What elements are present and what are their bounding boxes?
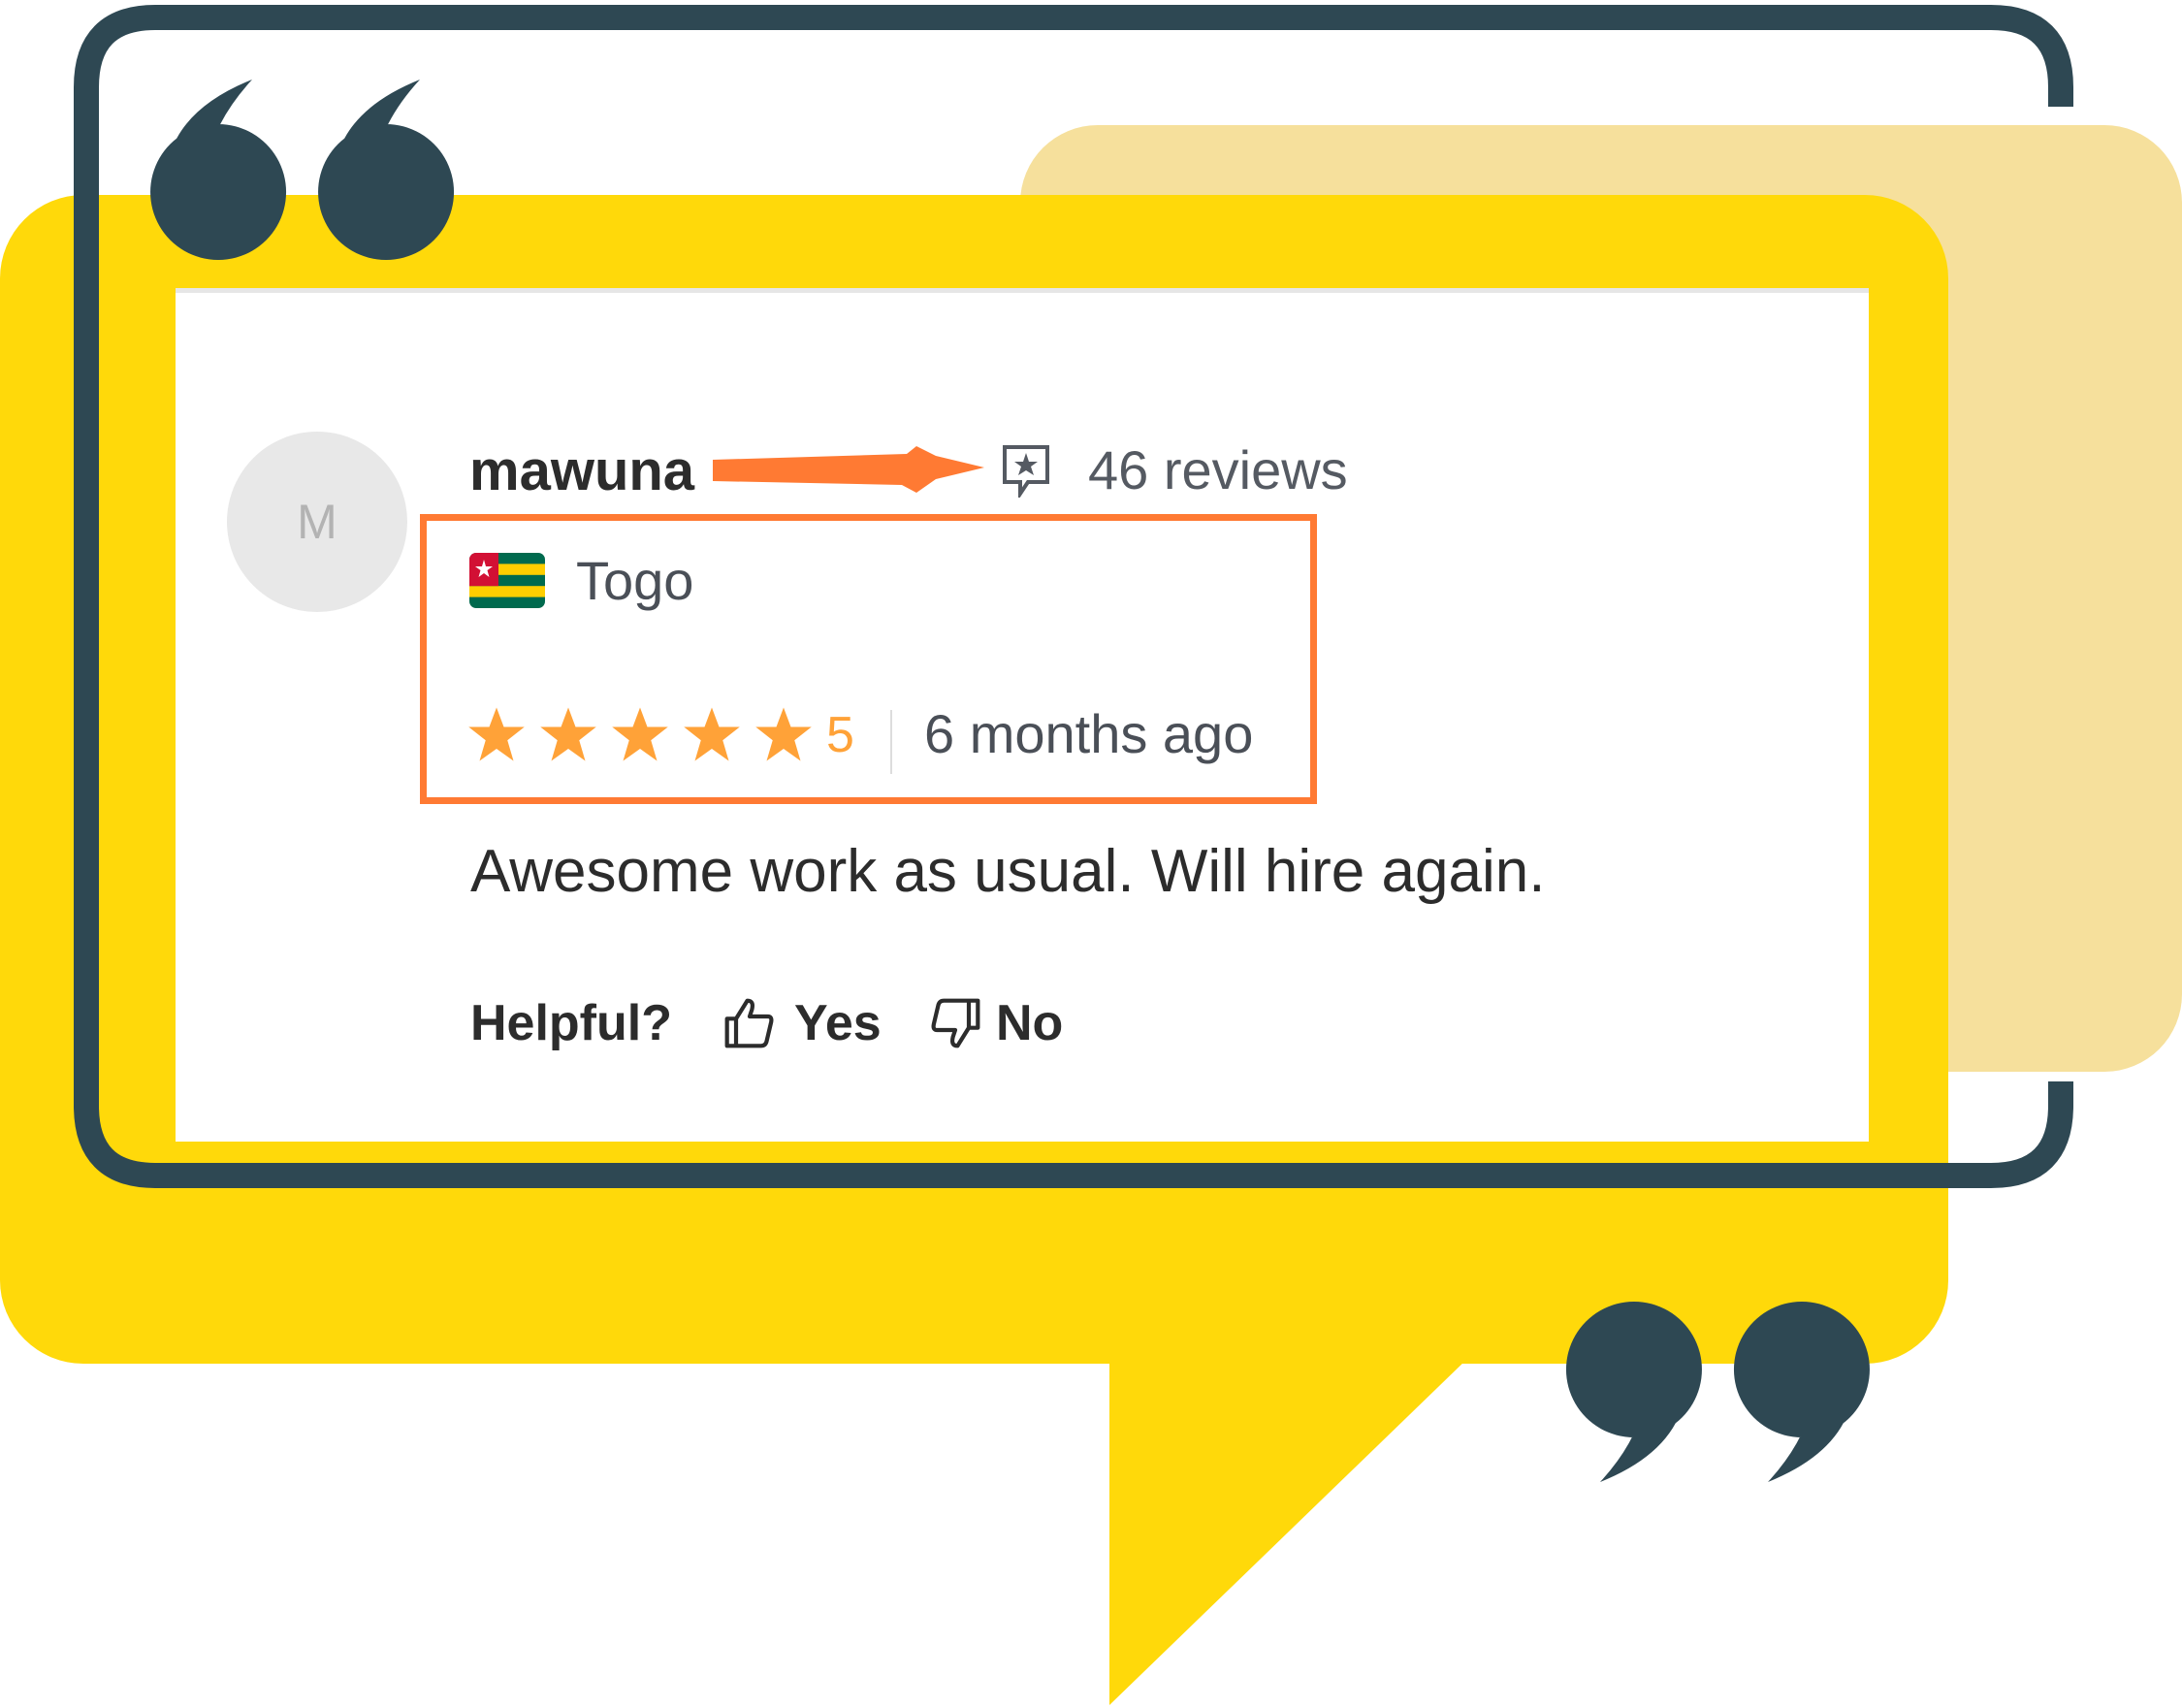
togo-flag-icon (469, 553, 545, 608)
thumbs-up-icon (724, 998, 774, 1048)
country-label: Togo (576, 550, 694, 611)
avatar-initial: M (297, 495, 337, 549)
star-icon (684, 707, 740, 761)
review-text: Awesome work as usual. Will hire again. (470, 838, 1546, 905)
helpful-no-button[interactable]: No (928, 994, 1063, 1052)
review-date: 6 months ago (924, 703, 1254, 764)
reviewer-name[interactable]: mawuna (469, 438, 694, 503)
speech-tail (1109, 1358, 1468, 1705)
rating-value: 5 (826, 707, 854, 763)
yes-label: Yes (794, 995, 882, 1051)
reviews-count[interactable]: 46 reviews (1088, 438, 1348, 501)
thumbs-down-icon (931, 998, 980, 1048)
star-icon (468, 707, 525, 761)
star-speech-bubble-icon (1003, 445, 1049, 498)
no-label: No (996, 995, 1064, 1051)
star-icon (612, 707, 668, 761)
star-icon (755, 707, 812, 761)
star-icon (540, 707, 596, 761)
helpful-yes-button[interactable]: Yes (722, 994, 882, 1052)
star-rating (467, 705, 813, 763)
divider (890, 710, 892, 774)
avatar: M (227, 432, 407, 612)
helpful-label: Helpful? (470, 995, 672, 1051)
redaction-mark (713, 446, 984, 493)
